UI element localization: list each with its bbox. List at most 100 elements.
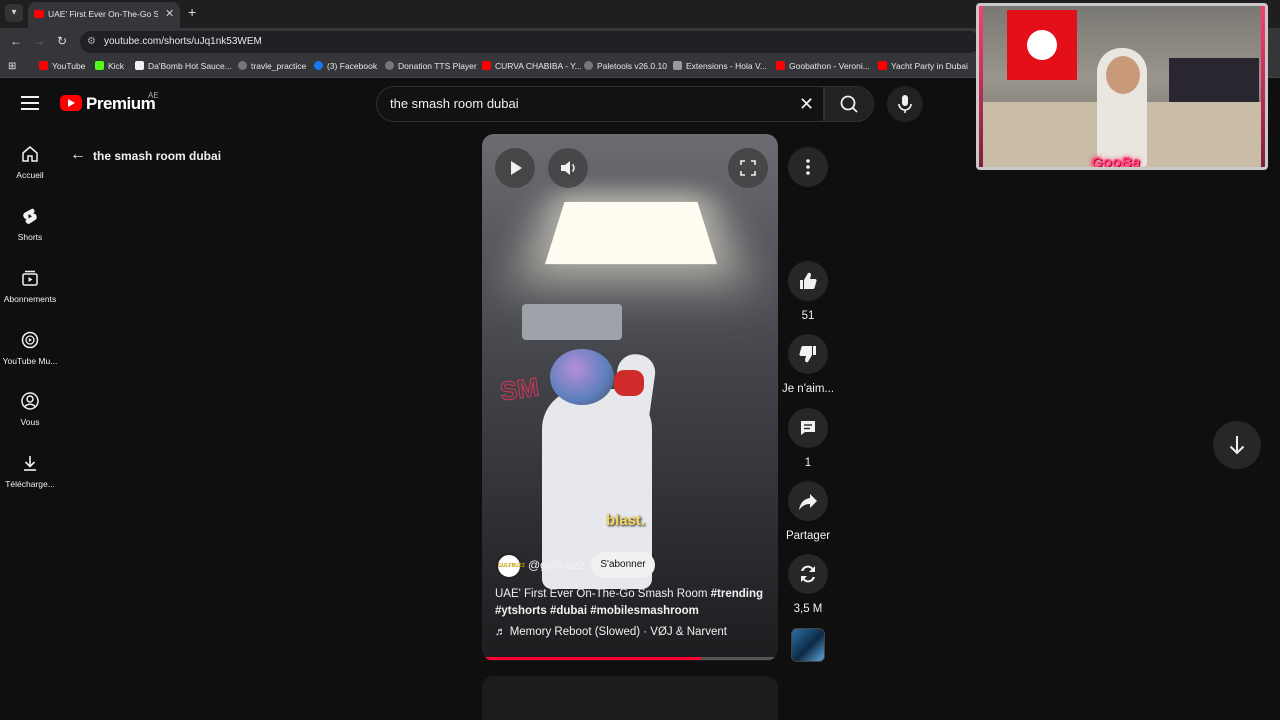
globe-icon [385, 61, 394, 70]
dislike-button[interactable]: Je n'aim... [781, 334, 835, 395]
thumbs-down-icon [799, 345, 816, 363]
tab-search-button[interactable]: ▾ [5, 4, 23, 22]
bookmark-label: YouTube [52, 61, 86, 71]
like-button[interactable]: 51 [786, 261, 830, 322]
more-options-button[interactable] [788, 147, 828, 187]
short-video-player[interactable]: SM blast. GULFBUZZ @gulfbuzz S'abonner U… [482, 134, 778, 661]
youtube-logo-icon[interactable] [60, 95, 82, 111]
streamer-face [1106, 56, 1140, 94]
tab-close-icon[interactable]: ✕ [165, 7, 174, 20]
sidebar-item-home[interactable]: Accueil [0, 144, 60, 180]
bookmark-item[interactable]: YouTube [39, 61, 85, 71]
logo-text[interactable]: Premium [86, 94, 156, 114]
hashtag-link[interactable]: #trending [711, 588, 763, 600]
bookmark-item[interactable]: Yacht Party in Dubai [878, 61, 968, 71]
bookmark-item[interactable]: Donation TTS Player [385, 61, 477, 71]
sidebar-item-shorts[interactable]: Shorts [0, 206, 60, 242]
sound-thumbnail[interactable] [791, 628, 825, 662]
region-code: AE [148, 91, 159, 100]
back-icon[interactable]: ← [10, 34, 22, 48]
youtube-music-icon [21, 331, 39, 349]
search-query[interactable]: the smash room dubai [390, 96, 519, 111]
neon-sign: SM [498, 371, 542, 407]
bookmark-item[interactable]: Extensions - Hola V... [673, 61, 767, 71]
search-breadcrumb[interactable]: the smash room dubai [93, 149, 221, 163]
youtube-icon [482, 61, 491, 70]
bookmark-label: Yacht Party in Dubai [891, 61, 968, 71]
remix-count: 3,5 M [793, 603, 823, 615]
bookmark-label: CURVA CHABIBA - Y... [495, 61, 582, 71]
voice-search-button[interactable] [887, 86, 923, 122]
you-icon [21, 392, 39, 410]
home-icon [22, 146, 38, 162]
search-input[interactable]: the smash room dubai ✕ [376, 86, 824, 122]
fullscreen-icon [740, 160, 756, 176]
sidebar-item-label: YouTube Mu... [2, 356, 58, 366]
sidebar-item-you[interactable]: Vous [0, 391, 60, 427]
fullscreen-button[interactable] [728, 148, 768, 188]
bookmark-item[interactable]: travle_practice [238, 61, 306, 71]
tunisia-flag [1007, 10, 1077, 80]
comment-count: 1 [804, 457, 812, 469]
sidebar-item-label: Accueil [16, 170, 44, 180]
neon-border-left [979, 6, 983, 167]
globe-icon [584, 61, 593, 70]
reload-icon[interactable]: ↻ [57, 34, 67, 48]
back-arrow-icon[interactable]: ← [70, 146, 86, 164]
comments-button[interactable]: 1 [786, 408, 830, 469]
red-glove [614, 370, 644, 396]
sidebar-item-youtube-music[interactable]: YouTube Mu... [0, 330, 60, 366]
music-link[interactable]: ♬ Memory Reboot (Slowed) · VØJ & Narvent [495, 626, 727, 638]
new-tab-button[interactable]: + [188, 4, 196, 20]
url-text[interactable]: youtube.com/shorts/uJq1nk53WEM [104, 36, 262, 47]
bookmark-item[interactable]: Da'Bomb Hot Sauce... [135, 61, 232, 71]
progress-bar[interactable] [482, 657, 778, 660]
next-video-button[interactable] [1213, 421, 1261, 469]
remix-button[interactable]: 3,5 M [786, 554, 830, 615]
subscribe-button[interactable]: S'abonner [591, 552, 655, 578]
share-icon [799, 494, 817, 510]
bookmark-label: (3) Facebook [327, 61, 378, 71]
play-button[interactable] [495, 148, 535, 188]
menu-icon[interactable] [21, 96, 39, 110]
sidebar-item-downloads[interactable]: Télécharge... [0, 453, 60, 489]
neon-border-right [1261, 6, 1265, 167]
forward-icon[interactable]: → [33, 34, 45, 48]
next-short-preview[interactable] [482, 676, 778, 720]
channel-avatar[interactable]: GULFBUZZ [496, 553, 525, 579]
volume-button[interactable] [548, 148, 588, 188]
sidebar-item-subscriptions[interactable]: Abonnements [0, 268, 60, 304]
site-info-icon[interactable]: ⚙ [87, 36, 96, 47]
bookmark-item[interactable]: Kick [95, 61, 124, 71]
hashtag-link[interactable]: #ytshorts #dubai #mobilesmashroom [495, 605, 699, 617]
air-conditioner [522, 304, 622, 340]
globe-icon [238, 61, 247, 70]
facebook-icon [314, 61, 323, 70]
bookmark-label: Da'Bomb Hot Sauce... [148, 61, 232, 71]
address-bar[interactable]: ⚙ youtube.com/shorts/uJq1nk53WEM [80, 31, 980, 53]
bookmark-item[interactable]: Paletools v26.0.10 [584, 61, 667, 71]
active-tab[interactable]: UAE' First Ever On-The-Go Smash Room ✕ [28, 2, 180, 28]
search-button[interactable] [824, 86, 874, 122]
flag-emblem [1027, 30, 1057, 60]
sidebar-item-label: Shorts [17, 232, 43, 242]
like-count: 51 [801, 310, 815, 322]
share-label: Partager [785, 530, 831, 542]
bookmark-item[interactable]: (3) Facebook [314, 61, 377, 71]
arrow-down-icon [1229, 436, 1245, 455]
share-button[interactable]: Partager [781, 481, 835, 542]
volume-icon [561, 161, 575, 175]
bookmark-label: Paletools v26.0.10 [597, 61, 667, 71]
video-caption: blast. [606, 512, 646, 529]
clear-search-icon[interactable]: ✕ [799, 94, 814, 115]
video-title[interactable]: UAE' First Ever On-The-Go Smash Room #tr… [495, 586, 767, 619]
thumbs-up-icon [800, 272, 817, 290]
bookmark-item[interactable]: CURVA CHABIBA - Y... [482, 61, 582, 71]
kick-icon [95, 61, 104, 70]
apps-icon[interactable]: ⊞ [8, 61, 16, 72]
channel-name[interactable]: @gulfbuzz [528, 558, 585, 572]
bookmark-item[interactable]: Goobathon - Veroni... [776, 61, 870, 71]
more-vert-icon [806, 159, 810, 175]
play-icon [511, 161, 522, 175]
ceiling-light [544, 201, 718, 265]
